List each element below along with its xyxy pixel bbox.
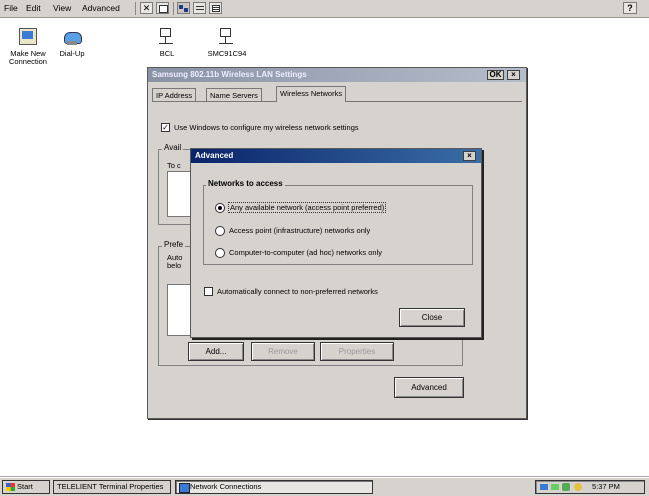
close-icon[interactable]: ×: [507, 70, 520, 80]
tray-power-icon[interactable]: [574, 483, 582, 491]
close-button[interactable]: Close: [399, 308, 465, 327]
start-label: Start: [17, 482, 33, 491]
radio-access-point-only[interactable]: [215, 226, 225, 236]
desktop-icon-bcl[interactable]: BCL: [139, 26, 195, 58]
help-button[interactable]: ?: [623, 2, 637, 14]
tab-name-servers[interactable]: Name Servers: [206, 88, 262, 102]
system-tray: 5:37 PM: [535, 480, 645, 494]
menu-view[interactable]: View: [53, 3, 71, 13]
menu-file[interactable]: File: [4, 3, 18, 13]
menu-bar: File Edit View Advanced ✕ ?: [0, 0, 649, 18]
available-group-label: Avail: [162, 143, 184, 152]
tray-connection-icon[interactable]: [562, 483, 570, 491]
desktop-icon-label: Dial-Up: [59, 49, 85, 58]
add-button[interactable]: Add...: [188, 342, 244, 361]
dialup-icon: [61, 26, 83, 48]
start-button[interactable]: Start: [2, 480, 50, 494]
remove-button[interactable]: Remove: [251, 342, 315, 361]
tab-wireless-networks[interactable]: Wireless Networks: [276, 86, 347, 102]
properties-icon[interactable]: [156, 2, 169, 14]
menu-advanced[interactable]: Advanced: [82, 3, 120, 13]
advanced-dialog: Advanced × Networks to access Any availa…: [190, 148, 482, 338]
desktop-icon-dial-up[interactable]: Dial-Up: [44, 26, 100, 58]
auto-connect-checkbox[interactable]: [204, 287, 213, 296]
use-windows-label: Use Windows to configure my wireless net…: [174, 123, 359, 132]
close-icon[interactable]: ×: [463, 151, 476, 161]
network-adapter-icon: [156, 26, 178, 48]
radio-access-point-only-label[interactable]: Access point (infrastructure) networks o…: [229, 226, 370, 235]
networks-to-access-label: Networks to access: [206, 179, 285, 188]
toolbar-separator: [135, 2, 136, 15]
delete-icon[interactable]: ✕: [140, 2, 153, 14]
advanced-button[interactable]: Advanced: [394, 377, 464, 398]
radio-ad-hoc-only-label[interactable]: Computer-to-computer (ad hoc) networks o…: [229, 248, 382, 257]
radio-any-available[interactable]: [215, 203, 225, 213]
new-connection-icon: [17, 26, 39, 48]
network-connections-icon: [179, 483, 190, 493]
auto-connect-label[interactable]: Automatically connect to non-preferred n…: [217, 287, 378, 296]
task-network-connections[interactable]: Network Connections: [175, 480, 373, 494]
preferred-group-label: Prefe: [162, 240, 186, 249]
properties-button[interactable]: Properties: [320, 342, 394, 361]
clock[interactable]: 5:37 PM: [592, 481, 620, 493]
available-hint: To c: [167, 161, 181, 170]
preferred-hint-2: belo: [167, 261, 182, 270]
radio-ad-hoc-only[interactable]: [215, 248, 225, 258]
radio-any-available-label[interactable]: Any available network (access point pref…: [227, 202, 387, 213]
tray-wireless-icon[interactable]: [551, 484, 559, 490]
large-icons-view-icon[interactable]: [177, 2, 190, 14]
use-windows-checkbox[interactable]: ✓: [161, 123, 170, 132]
settings-title: Samsung 802.11b Wireless LAN Settings: [148, 68, 526, 82]
details-view-icon[interactable]: [209, 2, 222, 14]
desktop-icon-label: BCL: [159, 49, 175, 58]
network-adapter-icon: [216, 26, 238, 48]
advanced-dialog-title: Advanced: [191, 149, 481, 163]
desktop-icon-smc91c94[interactable]: SMC91C94: [199, 26, 255, 58]
desktop-icon-label: SMC91C94: [207, 49, 247, 58]
tray-network-icon[interactable]: [540, 484, 548, 490]
small-icons-view-icon[interactable]: [193, 2, 206, 14]
task-network-connections-label: Network Connections: [190, 482, 262, 491]
toolbar-separator: [173, 2, 174, 15]
ok-button[interactable]: OK: [487, 70, 504, 80]
tab-ip-address[interactable]: IP Address: [152, 88, 197, 102]
available-networks-list[interactable]: [167, 171, 191, 217]
taskbar: Start TELELIENT Terminal Properties Netw…: [0, 477, 649, 496]
task-terminal-properties[interactable]: TELELIENT Terminal Properties: [53, 480, 171, 494]
menu-edit[interactable]: Edit: [26, 3, 41, 13]
windows-flag-icon: [6, 483, 15, 491]
